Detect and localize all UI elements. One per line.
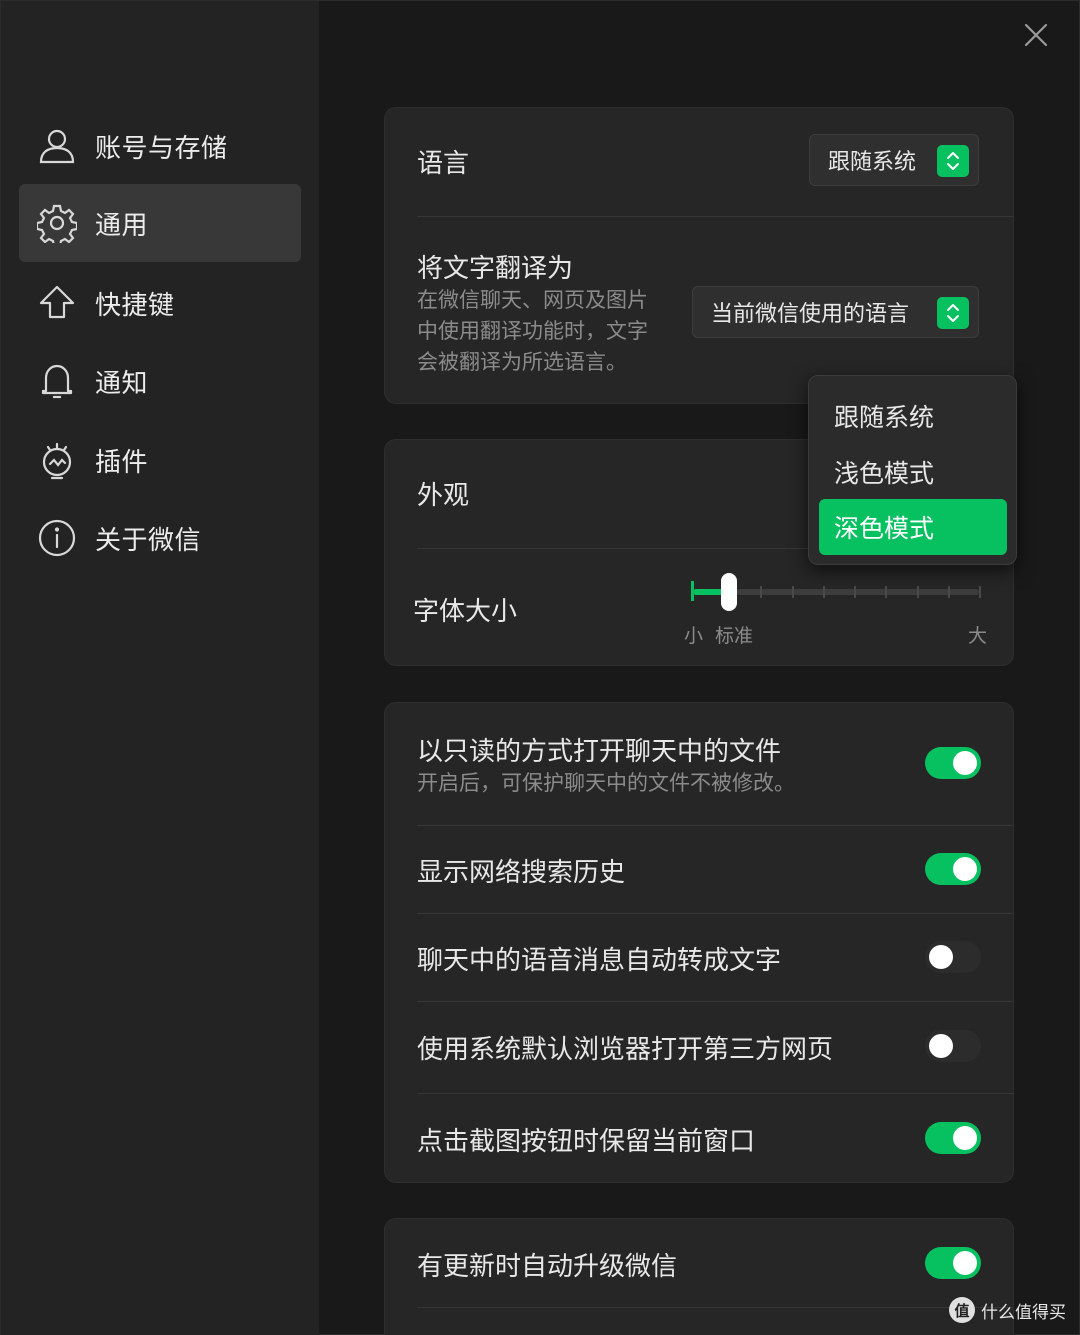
search-history-toggle[interactable] [925,853,981,885]
translate-description-line-3: 会被翻译为所选语言。 [417,350,627,374]
font-size-default-label: 标准 [715,625,754,647]
sidebar-item-label: 插件 [95,447,149,478]
sidebar-item-label: 快捷键 [95,290,175,321]
system-browser-toggle[interactable] [925,1030,981,1062]
watermark: 值 什么值得买 [949,1297,1066,1323]
translate-language-select[interactable]: 当前微信使用的语言 [692,286,979,338]
keep-window-screenshot-toggle[interactable] [925,1122,981,1154]
bell-icon [37,361,77,401]
translate-select-value: 当前微信使用的语言 [711,302,910,327]
language-select-value: 跟随系统 [828,150,917,175]
appearance-option-light[interactable]: 浅色模式 [819,444,1007,500]
toggle-knob [953,1251,977,1275]
sidebar-item-notifications[interactable]: 通知 [19,342,301,420]
search-history-label: 显示网络搜索历史 [417,858,626,888]
sidebar: 账号与存储 通用 快捷键 通知 插件 关于微信 [1,1,319,1335]
updown-chevron-icon [937,297,969,329]
toggle-knob [953,751,977,775]
font-size-max-label: 大 [968,625,988,647]
appearance-option-dark[interactable]: 深色模式 [819,499,1007,555]
sidebar-item-account-storage[interactable]: 账号与存储 [19,107,301,185]
language-select[interactable]: 跟随系统 [809,134,979,186]
divider [417,1093,1013,1094]
option-label: 跟随系统 [834,403,935,432]
slider-tick [760,586,763,598]
keep-window-screenshot-label: 点击截图按钮时保留当前窗口 [417,1127,756,1157]
auto-update-label: 有更新时自动升级微信 [417,1252,678,1282]
voice-to-text-label: 聊天中的语音消息自动转成文字 [417,946,782,976]
slider-tick [885,586,888,598]
readonly-files-description: 开启后，可保护聊天中的文件不被修改。 [417,771,795,795]
slider-tick [822,586,825,598]
option-label: 浅色模式 [834,459,935,488]
font-size-label: 字体大小 [413,597,518,627]
appearance-label: 外观 [417,481,470,511]
close-button[interactable] [1019,18,1053,52]
divider [417,1307,1013,1308]
system-browser-label: 使用系统默认浏览器打开第三方网页 [417,1035,834,1065]
sidebar-item-about[interactable]: 关于微信 [19,499,301,577]
sidebar-item-plugins[interactable]: 插件 [19,421,301,499]
info-icon [37,518,77,558]
readonly-files-toggle[interactable] [925,747,981,779]
slider-tick [854,586,856,598]
settings-window: 账号与存储 通用 快捷键 通知 插件 关于微信 语言 跟随系统 将文字翻译为 在… [0,0,1080,1335]
sidebar-item-label: 通知 [95,368,149,399]
watermark-logo: 值 [949,1297,975,1323]
sidebar-item-label: 关于微信 [95,525,202,556]
user-icon [37,126,77,166]
appearance-option-follow-system[interactable]: 跟随系统 [819,388,1007,444]
divider [417,825,1013,826]
updown-chevron-icon [937,145,969,177]
divider [417,216,1013,217]
divider [417,913,1013,914]
slider-tick [979,586,981,598]
slider-tick [947,586,950,598]
sidebar-item-general[interactable]: 通用 [19,184,301,262]
plugin-icon [37,440,77,480]
shortcut-arrow-icon [37,283,77,323]
toggle-knob [953,857,977,881]
auto-update-toggle[interactable] [925,1247,981,1279]
sidebar-item-label: 通用 [95,210,149,241]
toggle-knob [929,1034,953,1058]
font-size-slider-thumb[interactable] [721,573,737,611]
slider-tick [791,586,794,598]
language-label: 语言 [417,149,470,179]
close-icon [1024,23,1048,47]
font-size-min-label: 小 [684,625,704,647]
toggle-knob [953,1126,977,1150]
sidebar-item-shortcuts[interactable]: 快捷键 [19,264,301,342]
translate-description-line-2: 中使用翻译功能时，文字 [417,319,648,343]
option-label: 深色模式 [834,514,935,543]
toggle-knob [929,945,953,969]
voice-to-text-toggle[interactable] [925,941,981,973]
translate-description-line-1: 在微信聊天、网页及图片 [417,288,648,312]
gear-icon [37,203,77,243]
readonly-files-label: 以只读的方式打开聊天中的文件 [417,737,782,767]
translate-label: 将文字翻译为 [417,254,574,284]
slider-tick [916,586,919,598]
watermark-text: 什么值得买 [981,1302,1066,1323]
appearance-dropdown: 跟随系统 浅色模式 深色模式 [808,375,1017,565]
divider [417,1001,1013,1002]
sidebar-item-label: 账号与存储 [95,133,228,164]
